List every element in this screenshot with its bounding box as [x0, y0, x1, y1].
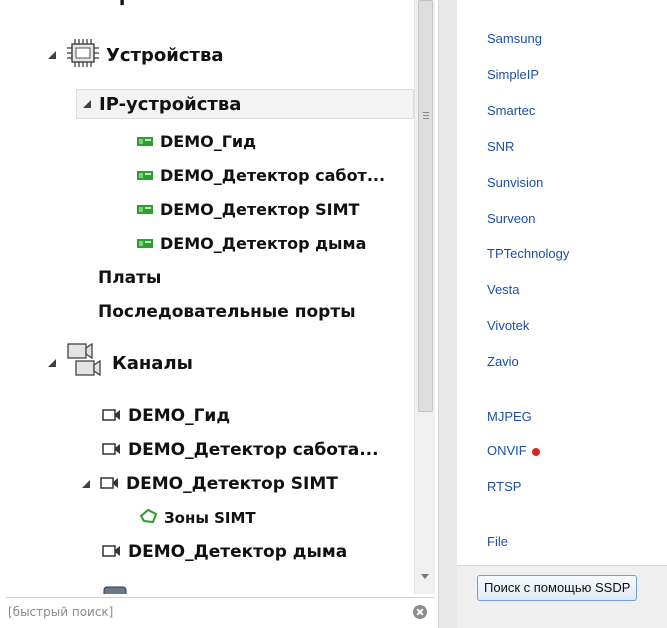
protocol-item[interactable]: RTSP [487, 479, 521, 494]
tree-item-label: IP-устройства [99, 93, 242, 115]
panel-divider [438, 0, 458, 628]
chip-icon [66, 38, 100, 72]
protocol-label: ONVIF [487, 443, 527, 458]
tree-item-label: Последовательные порты [98, 302, 356, 322]
tree-item-label: DEMO_Детектор SIMT [160, 199, 360, 219]
tree-item-label: DEMO_Гид [160, 131, 257, 151]
quick-search-bar [6, 597, 434, 626]
device-tree[interactable]: Т [6, 0, 420, 594]
vendor-item[interactable]: Zavio [487, 354, 519, 369]
device-board-icon [136, 200, 154, 219]
tree-item-device[interactable]: DEMO_Гид [136, 128, 256, 154]
camera-icon [102, 407, 122, 426]
tree-item-label: Каналы [112, 352, 193, 374]
vendor-item[interactable]: SNR [487, 139, 514, 154]
tree-item-channel[interactable]: DEMO_Гид [102, 403, 230, 429]
expand-arrow-icon[interactable] [48, 51, 56, 59]
tree-item-label: Устройства [106, 44, 224, 66]
tree-item-zones[interactable]: Зоны SIMT [138, 505, 256, 531]
tree-item-label: DEMO_Детектор дыма [160, 233, 367, 253]
vendor-item[interactable]: Vesta [487, 282, 520, 297]
vendor-item[interactable]: Surveon [487, 211, 535, 226]
quick-search-input[interactable] [8, 602, 388, 622]
tree-item-device[interactable]: DEMO_Детектор сабот... [136, 162, 385, 188]
status-dot-icon [531, 447, 540, 456]
device-board-icon [136, 132, 154, 151]
vendor-item[interactable]: Smartec [487, 103, 535, 118]
tree-item-label: DEMO_Детектор сабот... [160, 165, 386, 185]
tree-item-device[interactable]: DEMO_Детектор дыма [136, 230, 366, 256]
tree-item-devices[interactable]: Устройства [48, 38, 223, 72]
vendor-item[interactable]: Sunvision [487, 175, 543, 190]
vendor-item[interactable]: TPTechnology [487, 246, 569, 261]
scroll-down-icon[interactable] [421, 574, 429, 579]
tree-item-label: DEMO_Детектор сабота... [128, 440, 379, 460]
tree-item-channel[interactable]: DEMO_Детектор SIMT [82, 471, 338, 497]
device-icon [102, 581, 128, 594]
tree-item-ip-devices[interactable]: IP-устройства [76, 89, 414, 119]
protocol-item-onvif[interactable]: ONVIF [487, 443, 540, 458]
tree-item-channels[interactable]: Каналы [48, 341, 193, 385]
protocol-item[interactable]: MJPEG [487, 409, 532, 424]
tree-item-device[interactable]: DEMO_Детектор SIMT [136, 196, 359, 222]
tree-item-boards[interactable]: Платы [98, 265, 161, 291]
camera-icon [102, 441, 122, 460]
expand-arrow-icon[interactable] [82, 480, 90, 488]
tree-item-serial-ports[interactable]: Последовательные порты [98, 299, 356, 325]
vendor-list-panel: Samsung SimpleIP Smartec SNR Sunvision S… [457, 0, 667, 628]
device-tree-panel: Т [0, 0, 438, 628]
expand-arrow-icon[interactable] [83, 100, 91, 108]
expand-arrow-icon[interactable] [48, 359, 56, 367]
device-board-icon [136, 234, 154, 253]
tree-item-label: Платы [98, 268, 162, 288]
tree-item-channel[interactable]: DEMO_Детектор сабота... [102, 437, 379, 463]
camera-icon [102, 543, 122, 562]
tree-item-label: DEMO_Гид [128, 406, 231, 426]
tree-scrollbar[interactable] [414, 0, 435, 594]
tree-item-label: Т [116, 0, 128, 10]
scroll-thumb[interactable] [418, 0, 433, 412]
ssdp-toolbar: Поиск с помощью SSDP [457, 565, 667, 628]
device-board-icon [136, 166, 154, 185]
vendor-item[interactable]: Vivotek [487, 318, 529, 333]
tree-item-partial[interactable]: Т [116, 0, 128, 12]
cameras-icon [66, 341, 106, 385]
clear-search-icon[interactable] [413, 605, 427, 619]
vendor-item[interactable]: Samsung [487, 31, 542, 46]
zone-polygon-icon [138, 508, 158, 528]
tree-item-partial[interactable] [102, 578, 134, 594]
tree-item-channel[interactable]: DEMO_Детектор дыма [102, 539, 347, 565]
camera-icon [100, 475, 120, 494]
vendor-item[interactable]: SimpleIP [487, 67, 539, 82]
tree-item-label: DEMO_Детектор дыма [128, 542, 348, 562]
tree-item-label: Зоны SIMT [164, 509, 256, 527]
file-item[interactable]: File [487, 534, 508, 549]
ssdp-search-button[interactable]: Поиск с помощью SSDP [477, 575, 638, 601]
tree-item-label: DEMO_Детектор SIMT [126, 474, 338, 494]
